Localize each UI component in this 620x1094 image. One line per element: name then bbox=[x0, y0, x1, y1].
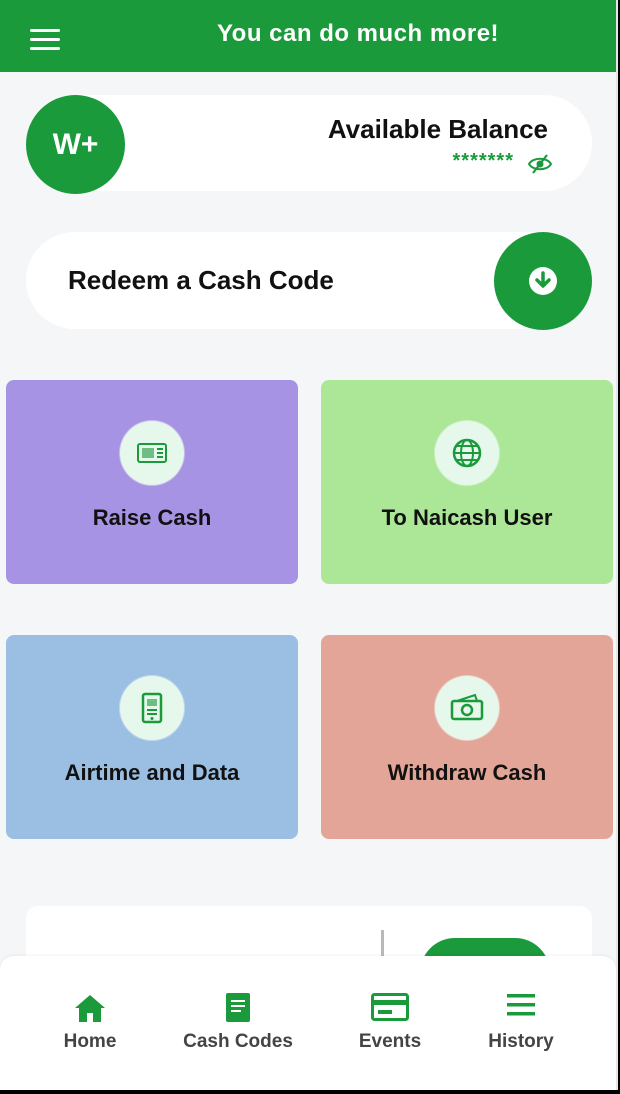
balance-label: Available Balance bbox=[327, 114, 548, 144]
nav-label: Events bbox=[358, 1031, 422, 1052]
nav-label: History bbox=[488, 1031, 554, 1052]
header-title: You can do much more! bbox=[216, 20, 500, 47]
document-icon bbox=[226, 993, 250, 1022]
cash-icon bbox=[435, 676, 499, 740]
tile-label: Raise Cash bbox=[92, 505, 212, 530]
list-icon bbox=[507, 994, 535, 1016]
withdraw-cash-tile[interactable]: Withdraw Cash bbox=[321, 635, 613, 839]
nav-label: Cash Codes bbox=[183, 1031, 293, 1052]
menu-icon[interactable] bbox=[30, 29, 60, 51]
ticket-icon bbox=[120, 421, 184, 485]
redeem-label: Redeem a Cash Code bbox=[68, 265, 334, 295]
redeem-button[interactable] bbox=[494, 232, 592, 330]
eye-slash-icon[interactable] bbox=[528, 152, 552, 176]
nav-history[interactable]: History bbox=[471, 956, 571, 1090]
app-screen: You can do much more! W+ Available Balan… bbox=[0, 0, 618, 1090]
nav-cash-codes[interactable]: Cash Codes bbox=[173, 956, 303, 1090]
raise-cash-tile[interactable]: Raise Cash bbox=[6, 380, 298, 584]
home-icon bbox=[75, 995, 105, 1022]
airtime-and-data-tile[interactable]: Airtime and Data bbox=[6, 635, 298, 839]
tile-label: To Naicash User bbox=[381, 505, 553, 530]
to-naicash-user-tile[interactable]: To Naicash User bbox=[321, 380, 613, 584]
phone-device-icon bbox=[120, 676, 184, 740]
top-bar: You can do much more! bbox=[0, 0, 616, 72]
tile-label: Withdraw Cash bbox=[387, 760, 547, 785]
nav-home[interactable]: Home bbox=[40, 956, 140, 1090]
nav-label: Home bbox=[63, 1031, 117, 1052]
arrow-down-circle-icon bbox=[529, 267, 557, 295]
balance-value: ******* bbox=[452, 150, 514, 172]
tile-label: Airtime and Data bbox=[64, 760, 240, 785]
nav-events[interactable]: Events bbox=[340, 956, 440, 1090]
card-icon bbox=[371, 993, 409, 1021]
globe-icon bbox=[435, 421, 499, 485]
app-logo: W+ bbox=[26, 95, 125, 194]
bottom-nav: Home Cash Codes Events History bbox=[0, 956, 616, 1090]
